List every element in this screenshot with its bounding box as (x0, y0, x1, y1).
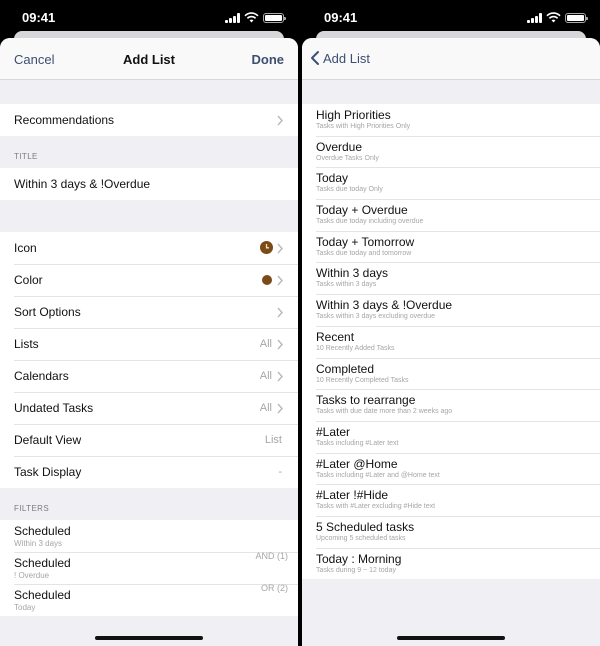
status-bar: 09:41 (0, 0, 298, 34)
title-input[interactable]: Within 3 days & !Overdue (14, 177, 150, 191)
color-swatch (262, 275, 272, 285)
filter-title: Scheduled (14, 588, 71, 602)
status-bar: 09:41 (302, 0, 600, 34)
filter-row[interactable]: Scheduled Today OR (2) (0, 583, 298, 616)
setting-value: List (264, 434, 282, 446)
battery-icon (565, 12, 588, 23)
list-item[interactable]: #Later Tasks including #Later text (302, 420, 600, 453)
setting-value: All (259, 370, 272, 382)
list-item[interactable]: Tasks to rearrange Tasks with due date mo… (302, 389, 600, 421)
chevron-right-icon (277, 275, 283, 286)
chevron-right-icon (277, 339, 283, 350)
filter-subtitle: Today (14, 603, 36, 612)
filter-row[interactable]: Scheduled Within 3 days (0, 520, 298, 552)
recommendations-screen: 09:41 Add List High Priorities Tasks with… (302, 0, 600, 646)
chevron-right-icon (277, 115, 283, 126)
nav-bar: Add List (302, 38, 600, 80)
list-item[interactable]: Today + Overdue Tasks due today including… (302, 199, 600, 231)
title-input-row[interactable]: Within 3 days & !Overdue (0, 168, 298, 200)
add-list-screen: 09:41 Cancel Add List Done Recommendatio… (0, 0, 298, 646)
setting-row-calendars[interactable]: Calendars All (0, 360, 298, 392)
setting-value: - (278, 466, 282, 478)
done-button[interactable]: Done (252, 52, 285, 67)
filter-row[interactable]: Scheduled ! Overdue AND (1) (0, 551, 298, 584)
chevron-right-icon (277, 243, 283, 254)
status-time: 09:41 (22, 10, 56, 25)
chevron-left-icon (311, 51, 319, 65)
wifi-icon (244, 12, 259, 23)
chevron-right-icon (277, 307, 283, 318)
cellular-signal-icon (225, 12, 240, 23)
recommendations-sheet: Add List High Priorities Tasks with High … (302, 38, 600, 646)
title-section-header: TITLE (14, 152, 38, 161)
list-item[interactable]: High Priorities Tasks with High Prioritie… (302, 104, 600, 136)
list-item[interactable]: Overdue Overdue Tasks Only (302, 135, 600, 168)
home-indicator[interactable] (95, 636, 203, 640)
filter-title: Scheduled (14, 524, 71, 538)
list-item[interactable]: Completed 10 Recently Completed Tasks (302, 357, 600, 390)
list-item[interactable]: Within 3 days Tasks within 3 days (302, 262, 600, 295)
filter-operator: OR (2) (261, 583, 288, 593)
nav-bar: Cancel Add List Done (0, 38, 298, 80)
list-item[interactable]: #Later @Home Tasks including #Later and @… (302, 452, 600, 485)
back-button-label: Add List (323, 50, 370, 66)
setting-row-icon[interactable]: Icon (0, 232, 298, 264)
setting-row-task-display[interactable]: Task Display - (0, 456, 298, 488)
add-list-sheet: Cancel Add List Done Recommendations TIT… (0, 38, 298, 646)
list-item[interactable]: 5 Scheduled tasks Upcoming 5 scheduled ta… (302, 515, 600, 548)
list-item[interactable]: Today + Tomorrow Tasks due today and tomo… (302, 230, 600, 263)
list-item[interactable]: Within 3 days & !Overdue Tasks within 3 d… (302, 294, 600, 326)
recommendations-row[interactable]: Recommendations (0, 104, 298, 136)
chevron-right-icon (277, 403, 283, 414)
setting-row-color[interactable]: Color (0, 264, 298, 296)
setting-row-sort-options[interactable]: Sort Options (0, 296, 298, 328)
cellular-signal-icon (527, 12, 542, 23)
list-item[interactable]: Today Tasks due today Only (302, 167, 600, 200)
list-item[interactable]: Recent 10 Recently Added Tasks (302, 325, 600, 358)
clock-icon (260, 241, 273, 254)
recommendations-label: Recommendations (14, 113, 115, 127)
battery-icon (263, 12, 286, 23)
filter-title: Scheduled (14, 556, 71, 570)
recommendation-list: High Priorities Tasks with High Prioritie… (302, 104, 600, 580)
setting-row-default-view[interactable]: Default View List (0, 424, 298, 456)
filter-operator: AND (1) (255, 551, 288, 561)
setting-value: All (259, 402, 272, 414)
home-indicator[interactable] (397, 636, 505, 640)
setting-row-undated-tasks[interactable]: Undated Tasks All (0, 392, 298, 424)
chevron-right-icon (277, 371, 283, 382)
list-item[interactable]: Today : Morning Tasks during 9 ~ 12 today (302, 547, 600, 580)
filters-section-header: FILTERS (14, 504, 50, 513)
filter-subtitle: ! Overdue (14, 571, 50, 580)
status-time: 09:41 (324, 10, 358, 25)
list-item[interactable]: #Later !#Hide Tasks with #Later excluding… (302, 484, 600, 516)
wifi-icon (546, 12, 561, 23)
setting-value: All (259, 338, 272, 350)
back-button[interactable]: Add List (310, 50, 370, 66)
setting-row-lists[interactable]: Lists All (0, 328, 298, 360)
filter-subtitle: Within 3 days (14, 539, 63, 548)
